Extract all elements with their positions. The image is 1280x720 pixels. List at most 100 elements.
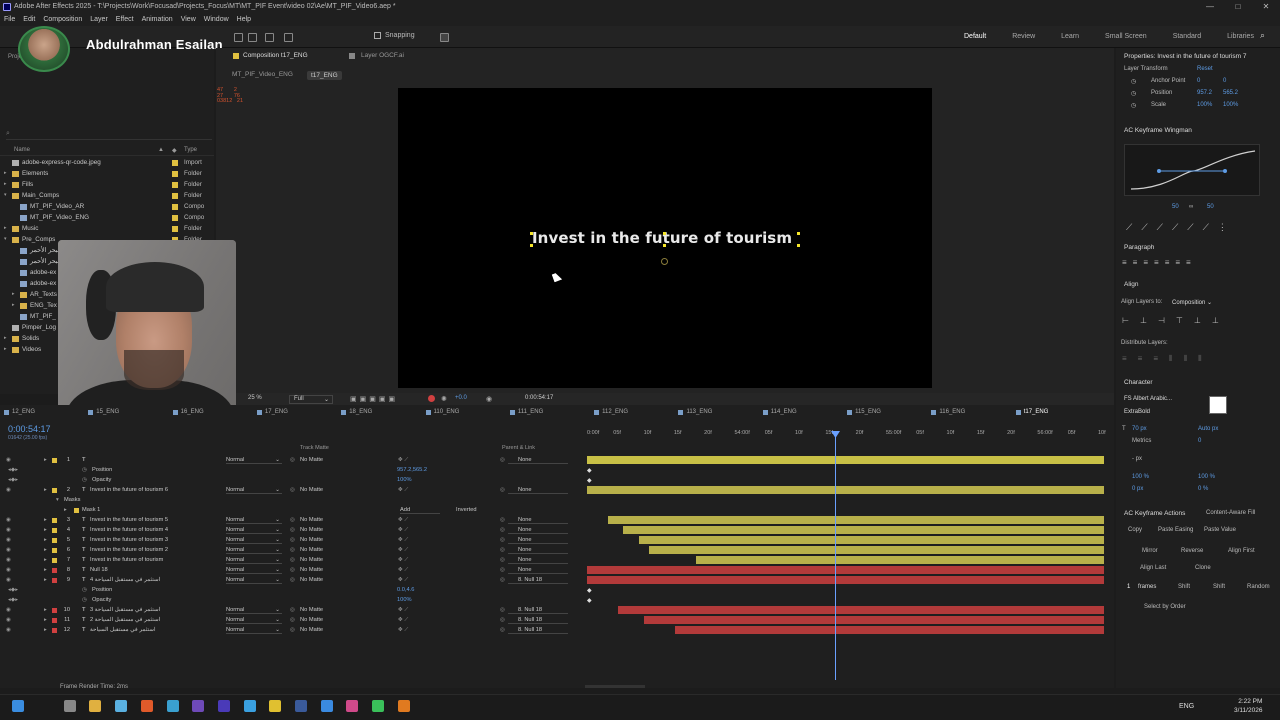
parent-dropdown[interactable]: None: [508, 535, 568, 544]
track-matte-dropdown[interactable]: No Matte: [300, 485, 323, 495]
taskbar-clock[interactable]: 2:22 PM 3/11/2026: [1234, 697, 1262, 715]
pick-whip-icon[interactable]: ◎: [500, 535, 505, 545]
parent-dropdown[interactable]: None: [508, 525, 568, 534]
label-color-swatch[interactable]: [172, 193, 178, 199]
align-first-button[interactable]: Align First: [1228, 548, 1255, 554]
ease-in-value[interactable]: 50: [1172, 204, 1179, 210]
track-matte-dropdown[interactable]: No Matte: [300, 605, 323, 615]
ease-preset-icon[interactable]: ⟋: [1187, 222, 1193, 233]
label-color-swatch[interactable]: [172, 182, 178, 188]
align-h-center-icon[interactable]: ⊥: [1140, 316, 1147, 325]
easing-handle-right[interactable]: [1223, 169, 1227, 173]
tab-t17_eng[interactable]: t17_ENG: [1015, 409, 1048, 415]
project-item[interactable]: ▸ Elements Folder: [0, 168, 214, 179]
label-color-swatch[interactable]: [172, 226, 178, 232]
track-matte-dropdown[interactable]: No Matte: [300, 525, 323, 535]
layer-label-swatch[interactable]: [52, 618, 57, 623]
expand-arrow-icon[interactable]: ▸: [12, 289, 15, 300]
menu-file[interactable]: File: [4, 14, 15, 26]
blend-mode-dropdown[interactable]: Normal ⌄: [226, 485, 282, 494]
leading-value[interactable]: Auto px: [1198, 426, 1218, 432]
layer-label-swatch[interactable]: [52, 518, 57, 523]
column-track-matte[interactable]: Track Matte: [300, 445, 329, 451]
tab-composition[interactable]: Composition t17_ENG: [243, 52, 308, 59]
font-size-value[interactable]: 70 px: [1132, 426, 1147, 432]
property-value[interactable]: 957.2,565.2: [397, 465, 427, 475]
align-right-icon[interactable]: ⊣: [1158, 316, 1165, 325]
transform-value-y[interactable]: 100%: [1223, 102, 1238, 108]
menu-view[interactable]: View: [181, 14, 196, 26]
blend-mode-dropdown[interactable]: Normal ⌄: [226, 625, 282, 634]
layer-duration-bar[interactable]: [674, 626, 1104, 634]
bbox-handle[interactable]: [663, 232, 666, 235]
stopwatch-icon[interactable]: ◷: [82, 585, 87, 595]
stopwatch-icon[interactable]: ◷: [1131, 102, 1136, 109]
random-button[interactable]: Random: [1247, 584, 1270, 590]
stopwatch-icon[interactable]: ◷: [1131, 90, 1136, 97]
tab-111_eng[interactable]: 111_ENG: [509, 409, 543, 415]
expand-arrow-icon[interactable]: ▸: [44, 525, 47, 535]
clone-tool-icon[interactable]: [265, 33, 274, 42]
time-ruler[interactable]: 0:00f 05f 10f 15f 20f 54:00f 05f 10f 15f 20f 55:00…: [587, 429, 1106, 441]
expand-arrow-icon[interactable]: ▾: [4, 234, 7, 245]
distribute-icon[interactable]: ⦀: [1198, 354, 1202, 364]
parent-dropdown[interactable]: 8. Null 18: [508, 605, 568, 614]
layer-label-swatch[interactable]: [52, 538, 57, 543]
app-icon[interactable]: [115, 700, 128, 712]
vertical-scale-value[interactable]: 100 %: [1132, 474, 1149, 480]
pick-whip-icon[interactable]: ◎: [500, 455, 505, 465]
layer-duration-bar[interactable]: [638, 536, 1104, 544]
workspace-libraries[interactable]: Libraries: [1227, 33, 1254, 40]
layer-duration-bar[interactable]: [587, 566, 1104, 574]
switches-icons[interactable]: ✥ ⟋: [398, 455, 408, 465]
input-language[interactable]: ENG: [1179, 703, 1194, 710]
keyframe-nav-icon[interactable]: ◂◆▸: [8, 465, 18, 475]
layer-duration-bar[interactable]: [587, 576, 1104, 584]
whatsapp-icon[interactable]: [372, 700, 385, 712]
align-left-icon[interactable]: ⊢: [1122, 316, 1129, 325]
distribute-icon[interactable]: ≡: [1138, 354, 1143, 364]
telegram-icon[interactable]: [243, 700, 256, 712]
keyframe-icon[interactable]: ◆: [587, 477, 592, 484]
tab-115_eng[interactable]: 115_ENG: [847, 409, 881, 415]
layer-duration-bar[interactable]: [695, 556, 1104, 564]
instagram-icon[interactable]: [346, 700, 359, 712]
layer-label-swatch[interactable]: [52, 608, 57, 613]
menu-layer[interactable]: Layer: [90, 14, 108, 26]
font-style-dropdown[interactable]: ExtraBold: [1124, 409, 1150, 415]
keyframe-icon[interactable]: ◆: [587, 597, 592, 604]
chrome-icon[interactable]: [269, 700, 282, 712]
track-matte-dropdown[interactable]: No Matte: [300, 535, 323, 545]
timeline-current-time[interactable]: 0:00:54:17: [8, 424, 51, 434]
content-aware-fill-tab[interactable]: Content-Aware Fill: [1206, 510, 1255, 516]
expand-arrow-icon[interactable]: ▸: [44, 615, 47, 625]
tab-113_eng[interactable]: 113_ENG: [678, 409, 712, 415]
blend-mode-dropdown[interactable]: Normal ⌄: [226, 515, 282, 524]
mask-color-swatch[interactable]: [74, 508, 79, 513]
layer-row[interactable]: ◂◆▸ ◷ Position 0.0,4.6: [0, 585, 586, 595]
expand-arrow-icon[interactable]: ▸: [4, 223, 7, 234]
parent-dropdown[interactable]: None: [508, 455, 568, 464]
parent-dropdown[interactable]: None: [508, 545, 568, 554]
parent-dropdown[interactable]: 8. Null 18: [508, 625, 568, 634]
after-effects-icon[interactable]: [217, 700, 230, 712]
blend-mode-dropdown[interactable]: Normal ⌄: [226, 565, 282, 574]
switches-icons[interactable]: ✥ ⟋: [398, 555, 408, 565]
layer-row[interactable]: ◂◆▸ ◷ Opacity 100%: [0, 475, 586, 485]
baseline-shift-value[interactable]: 0 px: [1132, 486, 1143, 492]
layer-row[interactable]: ◉ ▸ 7 T Invest in the future of tourism Norma…: [0, 555, 586, 565]
align-right-icon[interactable]: ≡: [1143, 258, 1148, 267]
blend-mode-dropdown[interactable]: Normal ⌄: [226, 605, 282, 614]
property-value[interactable]: 0.0,4.6: [397, 585, 414, 595]
tab-layer[interactable]: Layer OGCF.ai: [361, 52, 404, 59]
font-family-dropdown[interactable]: FS Albert Arabic...: [1124, 396, 1172, 402]
pick-whip-icon[interactable]: ◎: [500, 545, 505, 555]
menu-window[interactable]: Window: [204, 14, 229, 26]
tsume-value[interactable]: 0 %: [1198, 486, 1208, 492]
layer-label-swatch[interactable]: [52, 628, 57, 633]
close-button[interactable]: ✕: [1252, 0, 1280, 14]
switches-icons[interactable]: ✥ ⟋: [398, 575, 408, 585]
select-by-order-button[interactable]: Select by Order: [1144, 604, 1186, 610]
layer-row[interactable]: ◉ ▸ 4 T Invest in the future of tourism 4 Nor…: [0, 525, 586, 535]
ease-preset-icon[interactable]: ⟋: [1157, 222, 1163, 233]
